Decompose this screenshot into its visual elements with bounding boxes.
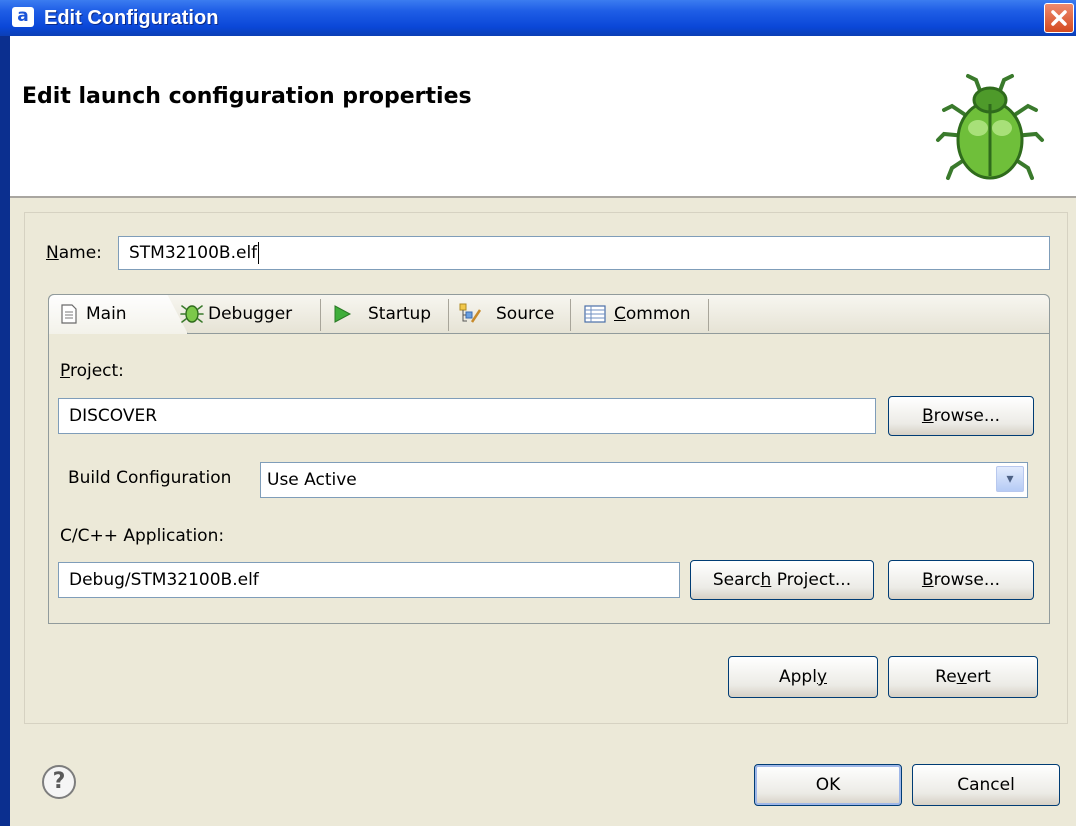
build-config-select[interactable]: Use Active: [260, 462, 1028, 498]
text-caret: [258, 242, 260, 264]
name-input[interactable]: STM32100B.elf: [118, 236, 1050, 270]
tab-separator: [708, 299, 709, 331]
close-icon: [1051, 10, 1067, 26]
window-frame: [0, 36, 10, 826]
apply-button[interactable]: Apply: [728, 656, 878, 698]
name-value: STM32100B.elf: [129, 243, 258, 263]
tab-source-label: Source: [496, 304, 555, 324]
play-icon: [334, 305, 352, 323]
app-browse-button[interactable]: Browse...: [888, 560, 1034, 600]
app-icon: a: [12, 7, 34, 27]
bug-icon: [936, 74, 1044, 180]
search-project-button[interactable]: Search Project...: [690, 560, 874, 600]
tab-separator: [320, 299, 321, 331]
chevron-down-icon[interactable]: ▾: [996, 466, 1024, 492]
window-title: Edit Configuration: [44, 7, 219, 29]
tab-startup-label: Startup: [368, 304, 432, 324]
name-label: Name:: [46, 243, 102, 263]
project-label: Project:: [60, 361, 124, 381]
dialog-header: [10, 36, 1076, 196]
tab-main-label: Main: [86, 304, 127, 324]
tab-common-label: Common: [614, 304, 691, 324]
revert-button[interactable]: Revert: [888, 656, 1038, 698]
header-title: Edit launch configuration properties: [22, 84, 472, 109]
tab-separator: [570, 299, 571, 331]
tab-separator: [448, 299, 449, 331]
tab-debugger-label: Debugger: [208, 304, 293, 324]
document-icon: [61, 304, 77, 324]
build-config-label: Build Configuration: [68, 468, 232, 488]
project-browse-button[interactable]: Browse...: [888, 396, 1034, 436]
project-input[interactable]: DISCOVER: [58, 398, 876, 434]
app-input[interactable]: Debug/STM32100B.elf: [58, 562, 680, 598]
help-icon[interactable]: ?: [42, 765, 76, 799]
common-icon: [584, 305, 606, 323]
cancel-button[interactable]: Cancel: [912, 764, 1060, 806]
close-button[interactable]: [1044, 3, 1074, 33]
ok-button[interactable]: OK: [754, 764, 902, 806]
app-label: C/C++ Application:: [60, 526, 225, 546]
source-icon: [459, 303, 482, 323]
debugger-bug-icon: [180, 305, 204, 323]
